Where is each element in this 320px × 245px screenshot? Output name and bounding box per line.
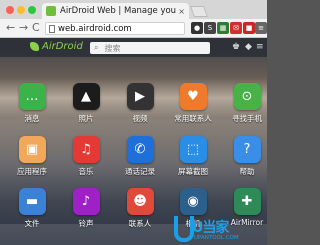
search-input[interactable]: ⌕ 搜索: [90, 42, 210, 54]
app-label: 照片: [78, 114, 94, 123]
app-label: 帮助: [239, 167, 255, 176]
app-messages[interactable]: … 消息: [7, 83, 57, 124]
app-contacts[interactable]: ☻ 联系人: [115, 188, 165, 229]
messages-icon: …: [18, 83, 46, 110]
search-placeholder: 搜索: [104, 43, 121, 53]
browser-toolbar: ← → C web.airdroid.com ● S ▦ ✉ ■ ≡: [0, 19, 267, 38]
find-phone-icon: ⊙: [233, 83, 261, 110]
call-log-icon: ✆: [126, 136, 154, 163]
avatar-ext-icon[interactable]: ●: [191, 22, 203, 34]
app-find-phone[interactable]: ⊙ 寻找手机: [222, 83, 267, 124]
mail-ext-icon[interactable]: ✉: [230, 22, 242, 34]
app-label: 寻找手机: [232, 114, 262, 123]
bell-icon[interactable]: ◆: [245, 42, 252, 52]
airdroid-logo[interactable]: AirDroid: [30, 41, 83, 52]
app-music[interactable]: ♫ 音乐: [61, 136, 111, 177]
app-label: 视频: [132, 114, 148, 123]
app-help[interactable]: ? 帮助: [222, 136, 267, 177]
reload-button[interactable]: C: [32, 22, 40, 34]
app-label: 通话记录: [125, 167, 155, 176]
music-icon: ♫: [72, 136, 100, 163]
shirt-icon[interactable]: ♚: [232, 42, 240, 52]
app-label: 屏幕截图: [178, 167, 208, 176]
app-label: 音乐: [78, 167, 94, 176]
contacts-icon: ☻: [126, 188, 154, 215]
watermark-u-icon: [174, 216, 194, 242]
app-label: 消息: [24, 114, 40, 123]
app-photos[interactable]: ▲ 照片: [61, 83, 111, 124]
screenshot-icon: ⬚: [179, 136, 207, 163]
app-label: 应用程序: [17, 167, 47, 176]
app-ringtones[interactable]: ♪ 铃声: [61, 188, 111, 229]
app-call-log[interactable]: ✆ 通话记录: [115, 136, 165, 177]
apps-icon: ▣: [18, 136, 46, 163]
app-video[interactable]: ▶ 视频: [115, 83, 165, 124]
search-icon: ⌕: [94, 43, 99, 52]
airdroid-logo-icon: [30, 42, 39, 51]
close-window-button[interactable]: [6, 6, 14, 14]
tab-close-icon[interactable]: ×: [178, 7, 185, 16]
watermark-url: UPANTOOL.COM: [194, 235, 239, 241]
grid-ext-icon[interactable]: ▦: [217, 22, 229, 34]
files-icon: ▬: [18, 188, 46, 215]
video-icon: ▶: [126, 83, 154, 110]
tab-strip: AirDroid Web | Manage your p ×: [0, 0, 267, 19]
tab-title: AirDroid Web | Manage your p: [60, 6, 177, 16]
frequent-contacts-icon: ♥: [179, 83, 207, 110]
new-tab-button[interactable]: [189, 6, 209, 17]
s-ext-icon[interactable]: S: [204, 22, 216, 34]
watermark-logo: U当家 UPANTOOL.COM: [172, 216, 239, 244]
page-icon: [49, 24, 55, 33]
url-text: web.airdroid.com: [58, 23, 132, 34]
maximize-window-button[interactable]: [28, 6, 36, 14]
address-bar[interactable]: web.airdroid.com: [45, 22, 185, 35]
airmirror-icon: ✚: [233, 188, 261, 215]
ringtones-icon: ♪: [72, 188, 100, 215]
app-frequent-contacts[interactable]: ♥ 常用联系人: [168, 83, 218, 124]
airdroid-header: AirDroid ⌕ 搜索 ♚ ◆ ≡: [0, 38, 267, 57]
app-apps[interactable]: ▣ 应用程序: [7, 136, 57, 177]
red-ext-icon[interactable]: ■: [243, 22, 255, 34]
tab-airdroid[interactable]: AirDroid Web | Manage your p ×: [42, 3, 189, 19]
camera-icon: ◉: [179, 188, 207, 215]
help-icon: ?: [233, 136, 261, 163]
minimize-window-button[interactable]: [17, 6, 25, 14]
app-label: 常用联系人: [174, 114, 212, 123]
menu-icon[interactable]: ≡: [255, 22, 267, 34]
back-button[interactable]: ←: [6, 22, 15, 34]
watermark-text: U当家: [192, 220, 229, 236]
forward-button[interactable]: →: [19, 22, 28, 34]
app-files[interactable]: ▬ 文件: [7, 188, 57, 229]
menu-icon[interactable]: ≡: [256, 42, 264, 52]
airdroid-page: AirDroid ⌕ 搜索 ♚ ◆ ≡ … 消息 ▲ 照片 ▶ 视频 ♥ 常用联系人 ⊙ 寻找手机…: [0, 38, 267, 245]
app-screenshot[interactable]: ⬚ 屏幕截图: [168, 136, 218, 177]
airdroid-logo-text: AirDroid: [42, 41, 83, 52]
airdroid-favicon-icon: [46, 6, 56, 16]
photos-icon: ▲: [72, 83, 100, 110]
